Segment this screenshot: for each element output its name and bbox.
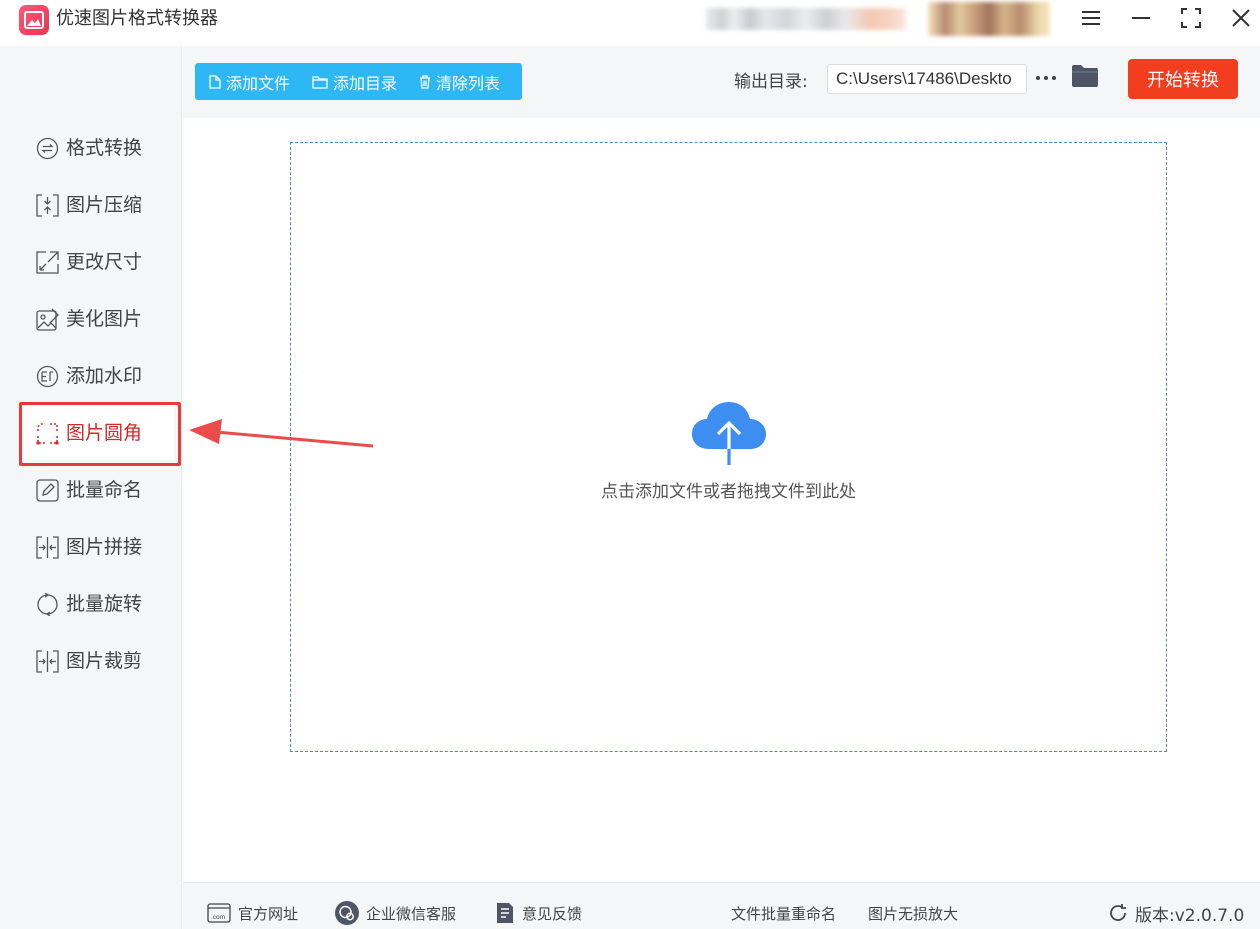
- add-folder-button[interactable]: 添加目录: [312, 63, 397, 100]
- sidebar-item-label: 图片圆角: [66, 422, 143, 444]
- close-icon[interactable]: [1227, 4, 1255, 32]
- format-convert-icon: [36, 137, 59, 160]
- sidebar-item-label: 格式转换: [66, 137, 143, 159]
- maximize-icon[interactable]: [1177, 4, 1205, 32]
- menu-icon[interactable]: [1077, 4, 1105, 32]
- drop-hint-text: 点击添加文件或者拖拽文件到此处: [601, 482, 856, 502]
- svg-text:.com: .com: [211, 914, 225, 921]
- sidebar-item-stitch[interactable]: 图片拼接: [24, 520, 174, 574]
- file-drop-zone[interactable]: 点击添加文件或者拖拽文件到此处: [290, 142, 1167, 752]
- clear-list-button[interactable]: 清除列表: [419, 63, 500, 100]
- rotate-icon: [37, 593, 58, 616]
- sidebar-item-rename[interactable]: 批量命名: [24, 463, 174, 517]
- sidebar-item-label: 批量旋转: [66, 593, 143, 615]
- sidebar-item-resize[interactable]: 更改尺寸: [24, 235, 174, 289]
- rename-icon: [36, 479, 59, 502]
- blurred-user-info: [706, 8, 906, 30]
- more-options-button[interactable]: [1035, 66, 1057, 90]
- sidebar-item-compress[interactable]: 图片压缩: [24, 178, 174, 232]
- output-dir-label: 输出目录:: [734, 72, 808, 92]
- sidebar-item-label: 图片拼接: [66, 536, 143, 558]
- add-file-button[interactable]: 添加文件: [209, 63, 290, 100]
- sidebar-item-crop[interactable]: 图片裁剪: [24, 634, 174, 688]
- sidebar-item-rotate[interactable]: 批量旋转: [24, 577, 174, 631]
- beautify-icon: [36, 308, 59, 331]
- footer: .com 官方网址 企业微信客服 意见反馈 文件批量重命名 图片无损放大 版本:…: [183, 882, 1260, 929]
- watermark-icon: [36, 365, 59, 388]
- sidebar-item-format-convert[interactable]: 格式转换: [24, 121, 174, 175]
- toolbar: 添加文件 添加目录 清除列表 输出目录: C:\Users\17486\Desk…: [183, 46, 1260, 118]
- sidebar-item-label: 批量命名: [66, 479, 143, 501]
- output-dir-field[interactable]: C:\Users\17486\Deskto: [827, 64, 1027, 94]
- feedback-link[interactable]: 意见反馈: [495, 901, 582, 925]
- folder-icon: [312, 75, 328, 89]
- website-icon: .com: [207, 903, 231, 923]
- main-area: 点击添加文件或者拖拽文件到此处: [183, 118, 1260, 882]
- wechat-support-link[interactable]: 企业微信客服: [335, 901, 456, 925]
- sidebar: 格式转换 图片压缩 更改尺寸 美化图片 添加水印 图片圆角 批量命名 图片拼接 …: [0, 46, 182, 929]
- wechat-icon: [335, 901, 359, 925]
- app-logo-icon: [19, 5, 49, 35]
- refresh-icon: [1110, 904, 1126, 921]
- open-folder-icon[interactable]: [1071, 64, 1099, 92]
- file-icon: [209, 74, 221, 89]
- blurred-avatar[interactable]: [928, 2, 1050, 36]
- stitch-icon: [36, 536, 59, 559]
- feedback-icon: [497, 903, 513, 923]
- crop-icon: [36, 650, 59, 673]
- trash-icon: [420, 74, 431, 89]
- rounded-corner-icon: [36, 423, 59, 445]
- resize-icon: [36, 251, 59, 274]
- sidebar-item-label: 图片压缩: [66, 194, 143, 216]
- sidebar-item-label: 图片裁剪: [66, 650, 143, 672]
- lossless-upscale-link[interactable]: 图片无损放大: [868, 901, 958, 925]
- title-bar: 优速图片格式转换器: [0, 0, 1260, 46]
- sidebar-item-watermark[interactable]: 添加水印: [24, 349, 174, 403]
- sidebar-item-label: 添加水印: [66, 365, 143, 387]
- sidebar-item-label: 美化图片: [66, 308, 143, 330]
- app-title: 优速图片格式转换器: [56, 8, 218, 29]
- file-button-group: 添加文件 添加目录 清除列表: [195, 63, 522, 100]
- start-convert-button[interactable]: 开始转换: [1128, 59, 1238, 99]
- sidebar-item-beautify[interactable]: 美化图片: [24, 292, 174, 346]
- minimize-icon[interactable]: [1127, 4, 1155, 32]
- ellipsis-icon: [1036, 76, 1056, 80]
- sidebar-item-rounded-corner[interactable]: 图片圆角: [24, 406, 174, 460]
- version-info[interactable]: 版本:v2.0.7.0: [1108, 900, 1244, 926]
- official-website-link[interactable]: .com 官方网址: [207, 901, 298, 925]
- compress-icon: [36, 194, 59, 217]
- cloud-upload-icon: [692, 402, 766, 465]
- batch-rename-link[interactable]: 文件批量重命名: [731, 901, 836, 925]
- sidebar-item-label: 更改尺寸: [66, 251, 143, 273]
